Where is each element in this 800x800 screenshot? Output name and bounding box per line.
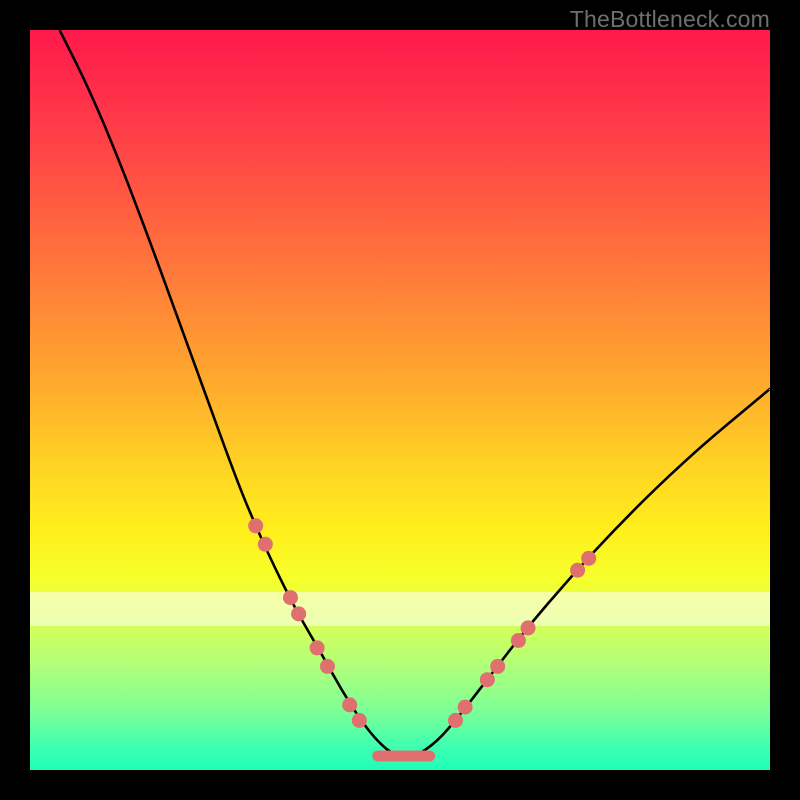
data-dot: [310, 640, 325, 655]
data-dot: [511, 633, 526, 648]
data-dot: [291, 606, 306, 621]
data-dot: [570, 563, 585, 578]
data-dot: [458, 700, 473, 715]
data-dot: [320, 659, 335, 674]
chart-svg: [30, 30, 770, 770]
plot-area: [30, 30, 770, 770]
data-dot: [480, 672, 495, 687]
attribution-label: TheBottleneck.com: [570, 6, 770, 33]
data-dot: [581, 551, 596, 566]
data-dot: [283, 590, 298, 605]
data-dot: [352, 713, 367, 728]
data-dot: [490, 659, 505, 674]
data-dot: [342, 697, 357, 712]
data-dot: [258, 537, 273, 552]
dots-left-group: [248, 518, 367, 728]
data-dot: [521, 620, 536, 635]
data-dot: [448, 713, 463, 728]
bottleneck-curve: [60, 30, 770, 757]
data-dot: [248, 518, 263, 533]
